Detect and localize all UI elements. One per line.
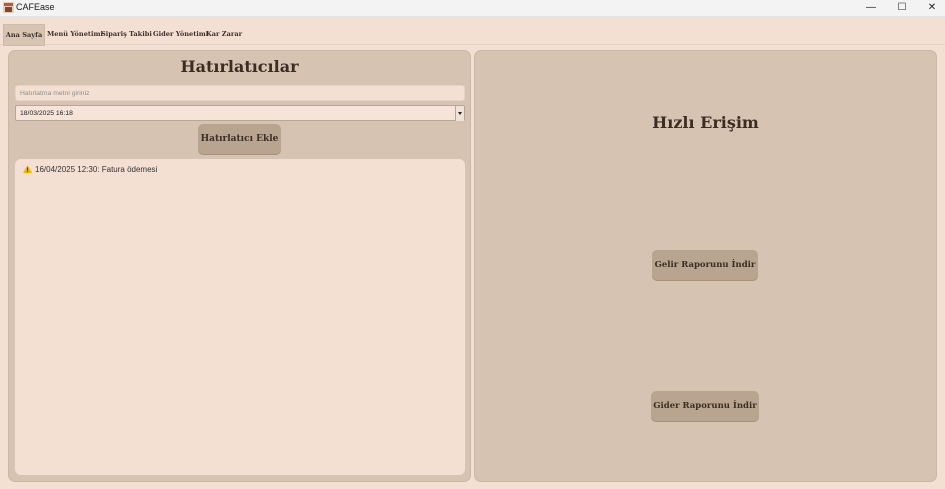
tab-siparis-takibi[interactable]: Sipariş Takibi [101,24,152,44]
add-reminder-button[interactable]: Hatırlatıcı Ekle [198,124,281,154]
minimize-button[interactable]: — [856,0,886,16]
minimize-icon: — [866,2,876,13]
maximize-icon: ☐ [897,2,907,13]
reminder-datetime-picker[interactable]: 18/03/2025 16:18 [15,105,465,121]
quick-access-title: Hızlı Erişim [652,113,759,132]
tab-bar: Ana Sayfa Menü Yönetimi Sipariş Takibi G… [0,17,945,46]
close-button[interactable]: ✕ [917,0,945,16]
tab-ana-sayfa[interactable]: Ana Sayfa [3,24,45,46]
reminders-title: Hatırlatıcılar [180,57,299,76]
warning-icon [23,165,32,173]
tab-gider-yonetimi[interactable]: Gider Yönetimi [153,24,208,44]
reminder-text-input[interactable]: Hatırlatma metni giriniz [15,85,465,101]
reminders-panel: Hatırlatıcılar Hatırlatma metni giriniz … [8,50,471,482]
tab-kar-zarar[interactable]: Kar Zarar [206,24,242,44]
title-bar: CAFEase — ☐ ✕ [0,0,945,17]
maximize-button[interactable]: ☐ [887,0,917,16]
quick-access-panel: Hızlı Erişim Gelir Raporunu İndir Gider … [474,50,937,482]
reminder-datetime-value: 18/03/2025 16:18 [20,110,73,117]
chevron-down-icon[interactable] [455,106,464,121]
list-item[interactable]: 16/04/2025 12:30: Fatura ödemesi [23,165,157,174]
tab-menu-yonetimi[interactable]: Menü Yönetimi [47,24,103,44]
close-icon: ✕ [927,2,937,13]
window-title: CAFEase [16,2,55,12]
reminder-item-text: 16/04/2025 12:30: Fatura ödemesi [35,165,158,174]
cafe-app-icon [3,2,14,13]
income-report-button[interactable]: Gelir Raporunu İndir [652,250,758,280]
expense-report-button[interactable]: Gider Raporunu İndir [651,391,759,421]
reminders-list[interactable]: 16/04/2025 12:30: Fatura ödemesi [15,159,465,475]
